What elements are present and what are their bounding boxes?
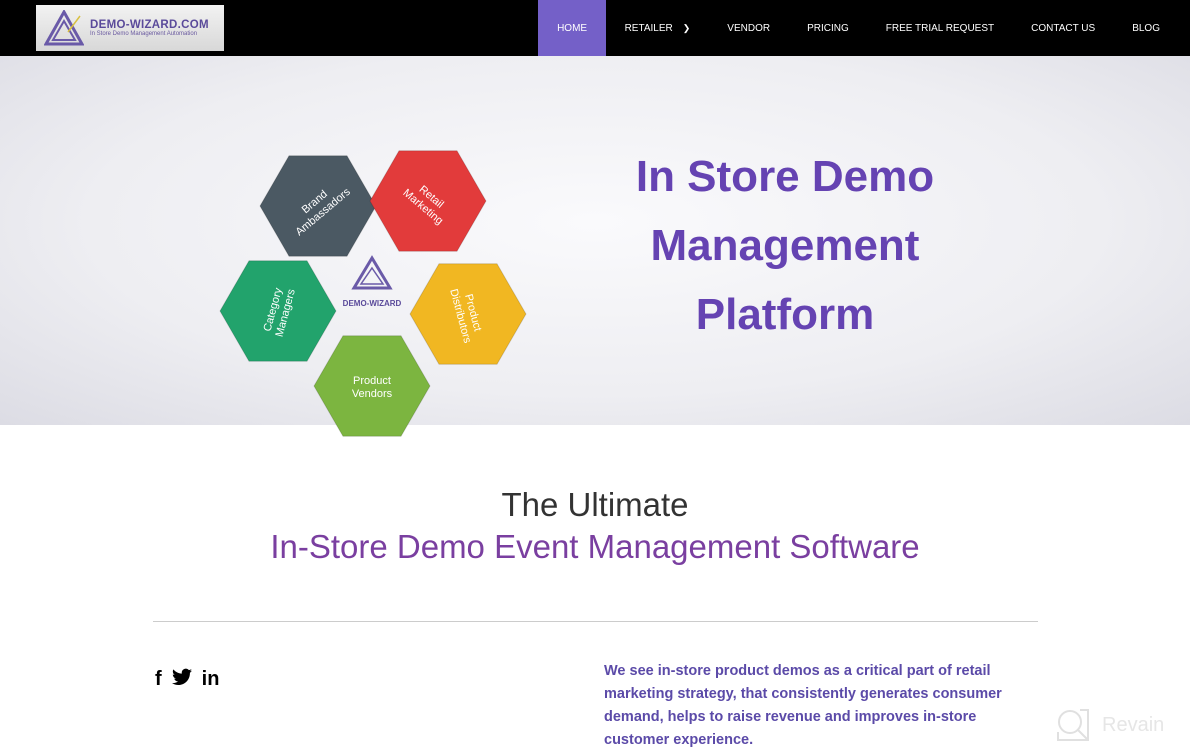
nav-label: CONTACT US xyxy=(1031,22,1096,34)
section-heading: The Ultimate In-Store Demo Event Managem… xyxy=(0,484,1190,568)
facebook-icon[interactable]: f xyxy=(155,668,162,692)
revain-logo-icon xyxy=(1057,709,1089,741)
nav-label: PRICING xyxy=(807,22,849,34)
nav-home[interactable]: HOME xyxy=(538,0,607,56)
svg-text:DEMO-WIZARD: DEMO-WIZARD xyxy=(343,299,402,308)
nav-label: RETAILER xyxy=(624,22,673,34)
center-logo-icon: DEMO-WIZARD xyxy=(343,255,402,308)
divider xyxy=(153,621,1038,622)
logo-name: DEMO-WIZARD.COM xyxy=(90,19,209,31)
top-navbar: DEMO-WIZARD.COM In Store Demo Management… xyxy=(0,0,1190,56)
heading-line-2: In-Store Demo Event Management Software xyxy=(270,528,920,565)
linkedin-icon[interactable]: in xyxy=(202,668,220,692)
puzzle-label: Product xyxy=(353,375,391,387)
puzzle-piece: RetailMarketing xyxy=(369,150,487,252)
logo-triangle-icon xyxy=(44,10,84,46)
nav-contact[interactable]: CONTACT US xyxy=(1013,0,1114,56)
hero-title: In Store Demo Management Platform xyxy=(600,142,970,349)
puzzle-piece: BrandAmbassadors xyxy=(259,155,377,257)
hero-title-line: In Store Demo xyxy=(635,152,935,201)
nav-label: VENDOR xyxy=(727,22,771,34)
nav-blog[interactable]: BLOG xyxy=(1114,0,1190,56)
puzzle-graphic: BrandAmbassadors RetailMarketing ProductDi… xyxy=(219,150,527,437)
nav-vendor[interactable]: VENDOR xyxy=(709,0,789,56)
svg-text:ProductVendors: Product Vendors xyxy=(352,375,393,400)
hero-title-line: Platform xyxy=(695,290,875,339)
puzzle-piece: Product Vendors xyxy=(313,335,431,437)
logo-tagline: In Store Demo Management Automation xyxy=(90,31,198,37)
nav-label: BLOG xyxy=(1132,22,1160,34)
main-menu: HOME RETAILER ❯ VENDOR PRICING FREE TRIAL… xyxy=(538,0,1190,56)
puzzle-piece: CategoryManagers xyxy=(219,260,337,362)
social-links: f in xyxy=(155,668,219,692)
puzzle-label: Vendors xyxy=(352,388,393,400)
hero-title-line: Management xyxy=(650,221,920,270)
hero-banner: BrandAmbassadors RetailMarketing ProductDi… xyxy=(0,56,1190,437)
nav-label: FREE TRIAL REQUEST xyxy=(885,22,995,34)
chevron-down-icon: ❯ xyxy=(682,22,691,33)
nav-pricing[interactable]: PRICING xyxy=(789,0,868,56)
heading-line-1: The Ultimate xyxy=(501,486,689,523)
revain-text: Revain xyxy=(1102,713,1165,736)
nav-label: HOME xyxy=(557,22,588,34)
intro-paragraph: We see in-store product demos as a criti… xyxy=(604,663,1002,748)
nav-retailer[interactable]: RETAILER ❯ xyxy=(606,0,709,56)
nav-free-trial[interactable]: FREE TRIAL REQUEST xyxy=(867,0,1012,56)
site-logo[interactable]: DEMO-WIZARD.COM In Store Demo Management… xyxy=(36,5,224,51)
puzzle-piece: ProductDistributors xyxy=(409,263,527,365)
twitter-icon[interactable] xyxy=(171,668,192,692)
revain-watermark: Revain xyxy=(1056,708,1164,742)
